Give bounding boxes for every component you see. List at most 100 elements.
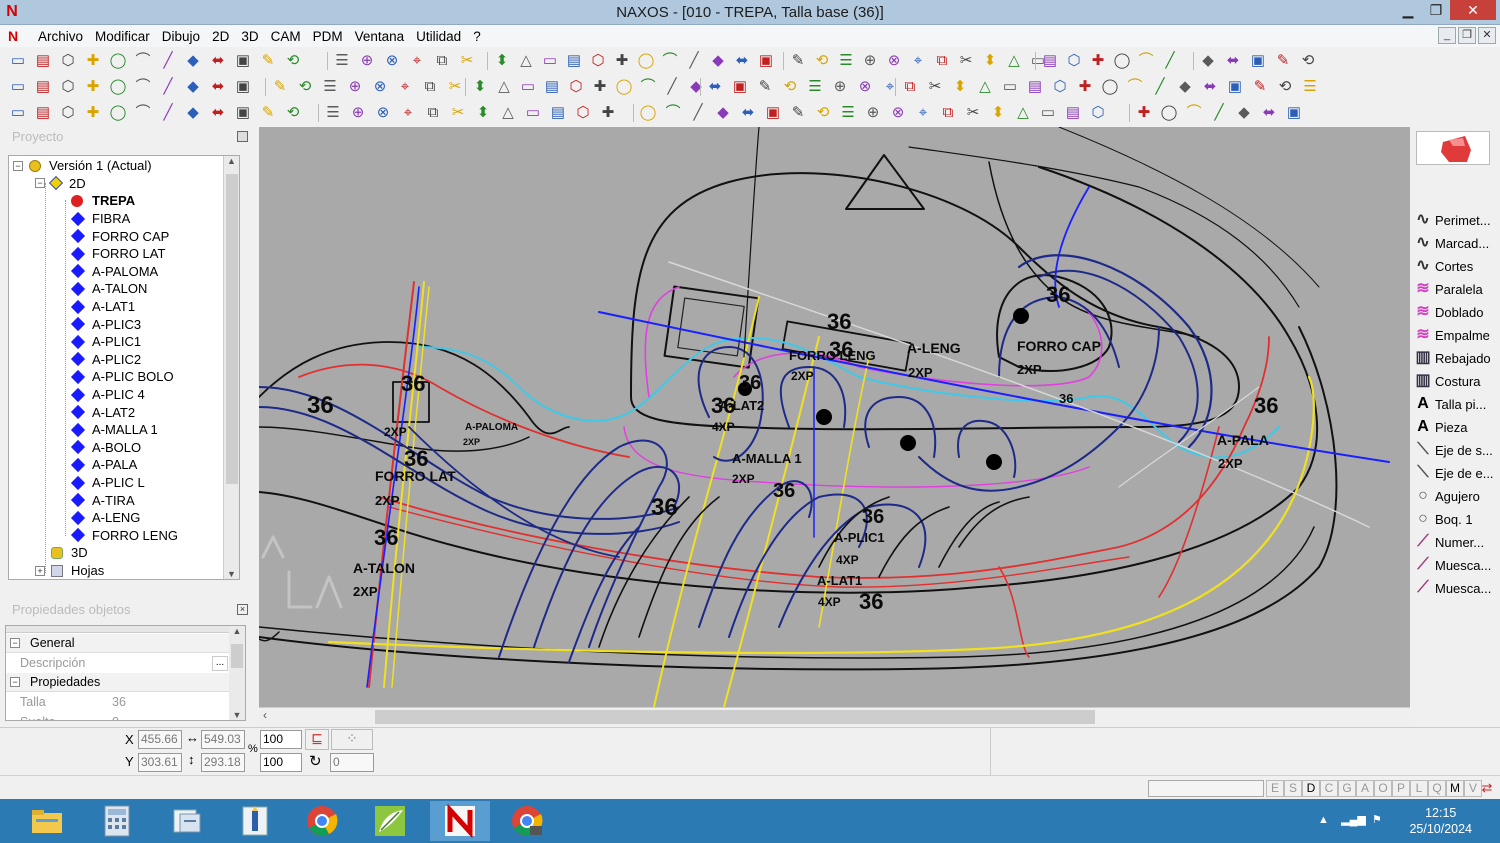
main-tool-button-34[interactable]: ⊕ xyxy=(860,51,880,71)
modify-tool-button-13[interactable]: ☰ xyxy=(323,103,343,123)
tool-perimet-button[interactable]: ∿ Perimet... xyxy=(1414,209,1500,231)
tree-item-forro-cap[interactable]: FORRO CAP xyxy=(70,227,169,245)
status-toggle-p[interactable]: P xyxy=(1392,780,1410,797)
draw-tool-button-30[interactable]: ▣ xyxy=(730,77,750,97)
modify-tool-button-18[interactable]: ✂ xyxy=(448,103,468,123)
draw-tool-button-31[interactable]: ✎ xyxy=(755,77,775,97)
panel-close-button[interactable]: × xyxy=(237,604,248,615)
status-toggle-e[interactable]: E xyxy=(1266,780,1284,797)
modify-tool-button-26[interactable]: ⌒ xyxy=(663,103,683,123)
modify-tool-button-47[interactable]: ╱ xyxy=(1209,103,1229,123)
draw-tool-button-29[interactable]: ⬌ xyxy=(705,77,725,97)
main-tool-button-25[interactable]: ◯ xyxy=(636,51,656,71)
tool-doblado-button[interactable]: ≋ Doblado xyxy=(1414,301,1500,323)
main-tool-button-31[interactable]: ✎ xyxy=(788,51,808,71)
modify-tool-button-35[interactable]: ⊗ xyxy=(888,103,908,123)
tree-item-a-plic-bolo[interactable]: A-PLIC BOLO xyxy=(70,368,174,386)
draw-tool-button-3[interactable]: ⬡ xyxy=(58,77,78,97)
status-toggle-c[interactable]: C xyxy=(1320,780,1338,797)
menu-cam[interactable]: CAM xyxy=(265,28,307,45)
mdi-close-button[interactable]: ✕ xyxy=(1478,27,1496,44)
piece-name-label[interactable]: A-PALOMA xyxy=(465,422,518,433)
main-tool-button-52[interactable]: ⟲ xyxy=(1298,51,1318,71)
draw-tool-button-41[interactable]: ▭ xyxy=(1000,77,1020,97)
modify-tool-button-49[interactable]: ⬌ xyxy=(1259,103,1279,123)
modify-tool-button-50[interactable]: ▣ xyxy=(1284,103,1304,123)
x-coordinate-field[interactable]: 455.66 xyxy=(138,730,182,749)
main-tool-button-38[interactable]: ✂ xyxy=(956,51,976,71)
tool-cortes-button[interactable]: ∿ Cortes xyxy=(1414,255,1500,277)
main-tool-button-1[interactable]: ▭ xyxy=(8,51,28,71)
tool-eje-de-s-button[interactable]: ⟍ Eje de s... xyxy=(1414,439,1500,461)
tree-item-a-leng[interactable]: A-LENG xyxy=(70,509,140,527)
modify-tool-button-16[interactable]: ⌖ xyxy=(398,103,418,123)
mdi-minimize-button[interactable]: _ xyxy=(1438,27,1456,44)
tray-chevron-icon[interactable]: ▲ xyxy=(1318,814,1329,826)
rotation-field[interactable]: 0 xyxy=(330,753,374,772)
menu-ventana[interactable]: Ventana xyxy=(349,28,411,45)
main-tool-button-18[interactable]: ✂ xyxy=(457,51,477,71)
main-tool-button-30[interactable]: ▣ xyxy=(756,51,776,71)
quantity-label[interactable]: 2XP xyxy=(908,365,933,380)
status-toggle-s[interactable]: S xyxy=(1284,780,1302,797)
modify-tool-button-3[interactable]: ⬡ xyxy=(58,103,78,123)
align-icon[interactable]: ⊑ xyxy=(305,729,329,750)
tool-numer-button[interactable]: ⟋ Numer... xyxy=(1414,531,1500,553)
main-tool-button-35[interactable]: ⊗ xyxy=(884,51,904,71)
draw-tool-button-25[interactable]: ◯ xyxy=(614,77,634,97)
modify-tool-button-7[interactable]: ╱ xyxy=(158,103,178,123)
size-label[interactable]: 36 xyxy=(859,589,883,614)
main-tool-button-49[interactable]: ⬌ xyxy=(1223,51,1243,71)
main-tool-button-20[interactable]: △ xyxy=(516,51,536,71)
main-tool-button-7[interactable]: ╱ xyxy=(158,51,178,71)
draw-tool-button-37[interactable]: ⧉ xyxy=(900,77,920,97)
main-tool-button-46[interactable]: ⌒ xyxy=(1136,51,1156,71)
size-label[interactable]: 36 xyxy=(401,371,425,396)
piece-name-label[interactable]: A-MALLA 1 xyxy=(732,451,802,466)
draw-tool-button-33[interactable]: ☰ xyxy=(805,77,825,97)
modify-tool-button-36[interactable]: ⌖ xyxy=(913,103,933,123)
tree-item-forro-lat[interactable]: FORRO LAT xyxy=(70,245,165,263)
main-tool-button-3[interactable]: ⬡ xyxy=(58,51,78,71)
modify-tool-button-45[interactable]: ◯ xyxy=(1159,103,1179,123)
draw-tool-button-26[interactable]: ⌒ xyxy=(638,77,658,97)
quantity-label[interactable]: 2XP xyxy=(384,425,407,439)
tree-item-a-malla-1[interactable]: A-MALLA 1 xyxy=(70,421,158,439)
size-label[interactable]: 36 xyxy=(773,480,795,502)
menu-modificar[interactable]: Modificar xyxy=(89,28,156,45)
flag-icon[interactable]: ⚑ xyxy=(1372,814,1382,826)
main-tool-button-12[interactable]: ⟲ xyxy=(283,51,303,71)
modify-tool-button-14[interactable]: ⊕ xyxy=(348,103,368,123)
modify-tool-button-1[interactable]: ▭ xyxy=(8,103,28,123)
menu--[interactable]: ? xyxy=(467,28,487,45)
modify-tool-button-40[interactable]: △ xyxy=(1013,103,1033,123)
main-tool-button-40[interactable]: △ xyxy=(1004,51,1024,71)
drawing-canvas[interactable]: 36 36 36 36 36 36 36 36 36 36 36 36 36 36 36 A-LENG 2XP F… xyxy=(259,127,1410,707)
system-tray[interactable]: ▲ ▂▄▆ ⚑ xyxy=(1318,813,1382,826)
draw-tool-button-22[interactable]: ▤ xyxy=(542,77,562,97)
piece-name-label[interactable]: A-LENG xyxy=(907,340,961,356)
taskbar-calculator-icon[interactable] xyxy=(87,801,147,841)
draw-tool-button-8[interactable]: ◆ xyxy=(183,77,203,97)
piece-name-label[interactable]: A-TALON xyxy=(353,560,415,576)
main-tool-button-26[interactable]: ⌒ xyxy=(660,51,680,71)
tool-costura-button[interactable]: ▥ Costura xyxy=(1414,370,1500,392)
grid-snap-icon[interactable]: ⁘ xyxy=(331,729,373,750)
network-icon[interactable]: ▂▄▆ xyxy=(1341,814,1366,826)
property-row-talla[interactable]: Talla 36 xyxy=(6,693,230,712)
tree-item-forro-leng[interactable]: FORRO LENG xyxy=(70,527,178,545)
tree-item-trepa[interactable]: TREPA xyxy=(71,192,135,210)
main-tool-button-24[interactable]: ✚ xyxy=(612,51,632,71)
main-tool-button-36[interactable]: ⌖ xyxy=(908,51,928,71)
draw-tool-button-16[interactable]: ⌖ xyxy=(395,77,415,97)
tree-item-a-pala[interactable]: A-PALA xyxy=(70,456,137,474)
modify-tool-button-19[interactable]: ⬍ xyxy=(473,103,493,123)
size-label[interactable]: 36 xyxy=(827,309,851,334)
piece-name-label[interactable]: A-LAT2 xyxy=(719,398,764,413)
tree-item-2d[interactable]: − 2D xyxy=(35,175,86,193)
draw-tool-button-1[interactable]: ▭ xyxy=(8,77,28,97)
draw-tool-button-21[interactable]: ▭ xyxy=(518,77,538,97)
draw-tool-button-36[interactable]: ⌖ xyxy=(880,77,900,97)
modify-tool-button-9[interactable]: ⬌ xyxy=(208,103,228,123)
draw-tool-button-47[interactable]: ╱ xyxy=(1150,77,1170,97)
